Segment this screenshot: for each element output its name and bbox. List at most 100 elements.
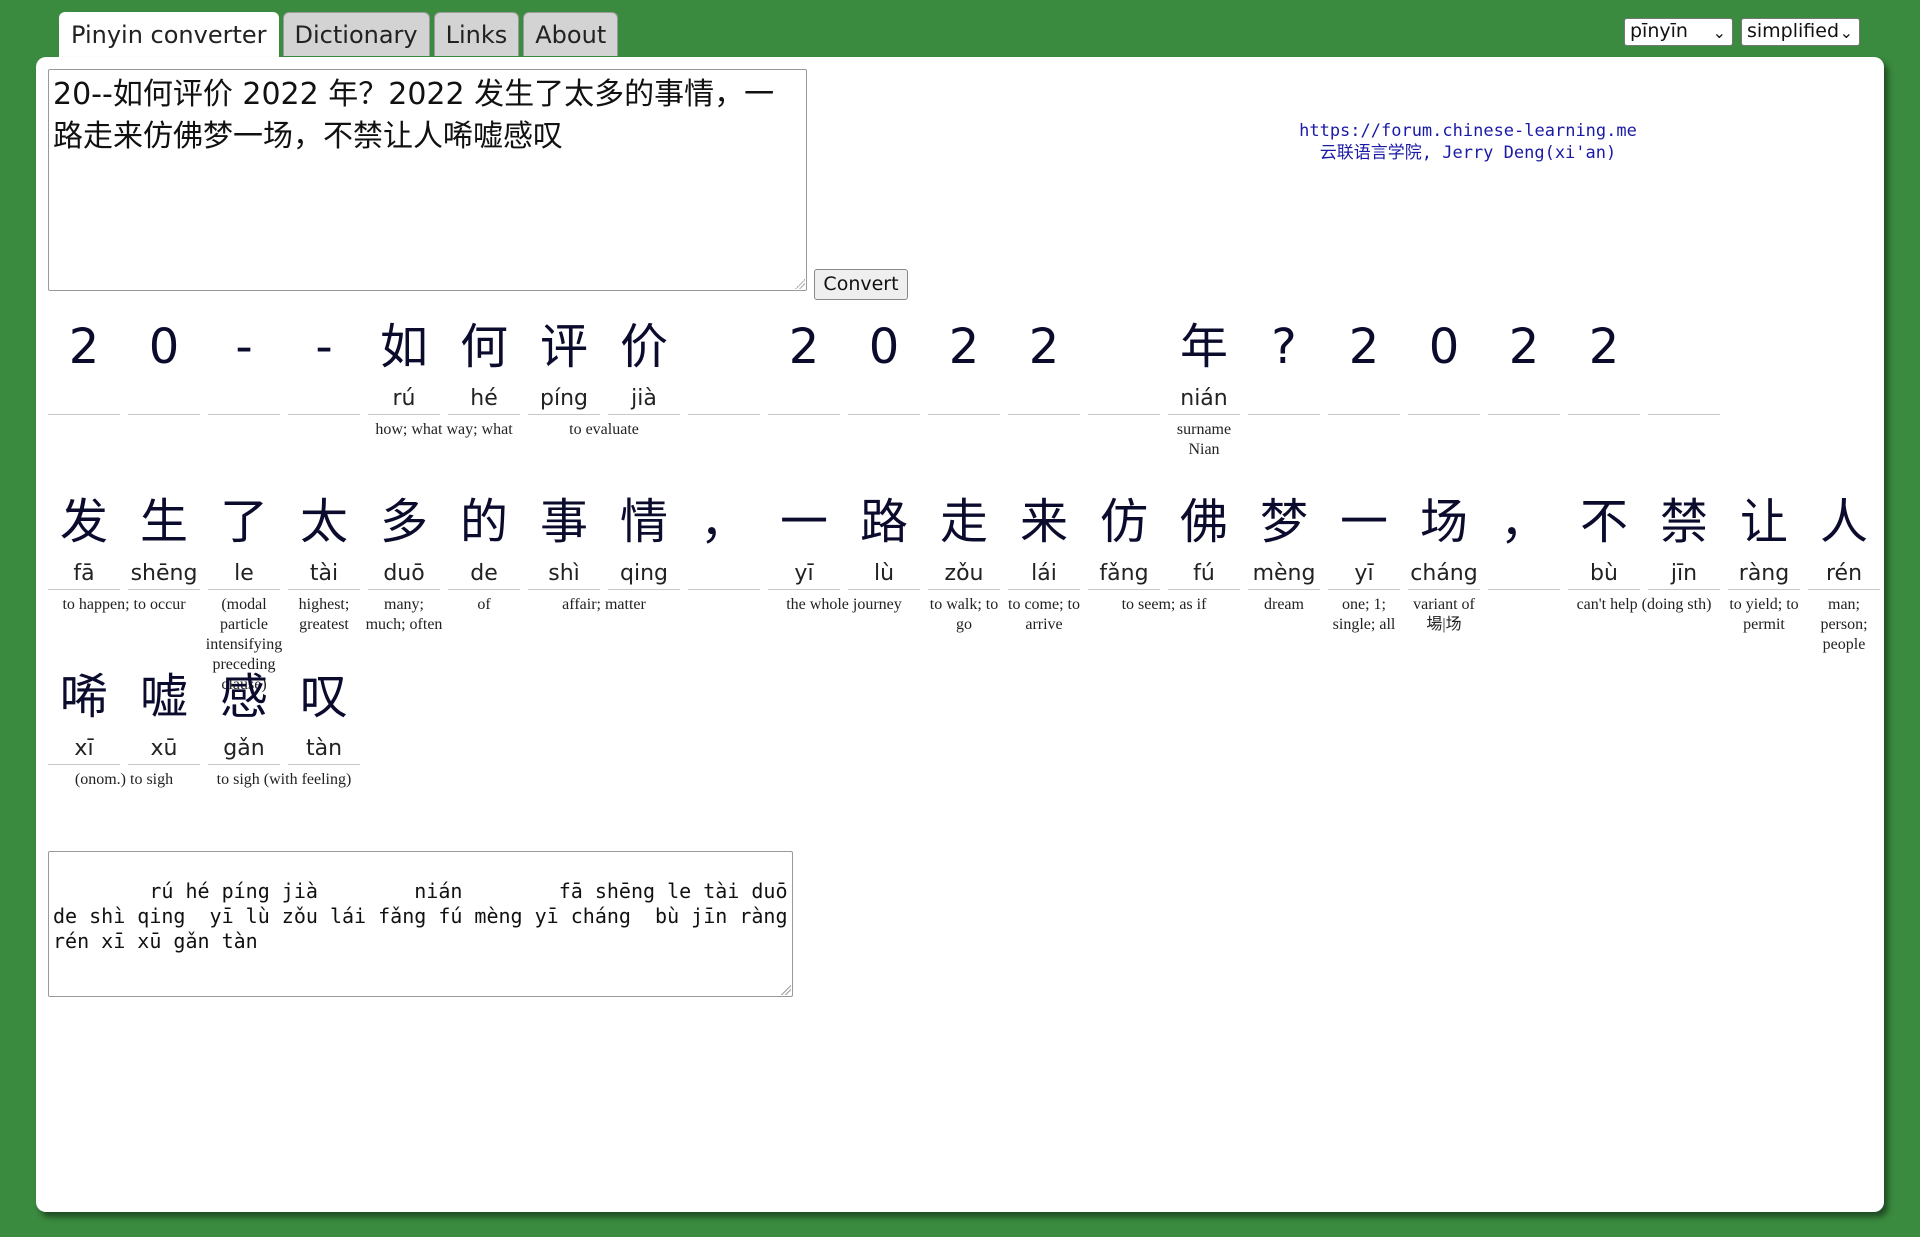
definition-text: to happen; to occur: [62, 596, 186, 613]
definition-text: of: [477, 596, 491, 613]
hanzi-character: 生: [139, 494, 188, 550]
hanzi-character: 佛: [1179, 494, 1228, 550]
tab-dictionary[interactable]: Dictionary: [282, 12, 430, 56]
definition-text: to sigh (with feeling): [216, 771, 352, 788]
chinese-input-textarea[interactable]: 20--如何评价 2022 年？2022 发生了太多的事情，一路走来仿佛梦一场，…: [48, 69, 807, 291]
chevron-down-icon: ⌄: [1712, 23, 1726, 42]
hanzi-character: 了: [219, 494, 268, 550]
hanzi-character: 来: [1019, 494, 1068, 550]
pinyin-syllable: [688, 384, 760, 415]
pinyin-output-text: rú hé píng jià nián fā shēng le tài duō …: [53, 879, 788, 953]
character-cell: 2: [1488, 310, 1560, 415]
convert-button[interactable]: Convert: [814, 269, 908, 300]
option-selects: pīnyīn ⌄ simplified ⌄: [1624, 18, 1860, 46]
pinyin-syllable: gǎn: [208, 734, 280, 765]
character-cell: 2: [1008, 310, 1080, 415]
character-cell: 禁 jīn: [1648, 485, 1720, 590]
hanzi-character: 2: [1508, 319, 1540, 375]
pinyin-syllable: [208, 384, 280, 415]
definition-text: surname Nian: [1176, 421, 1232, 458]
hanzi-character: 0: [868, 319, 900, 375]
hanzi-character: [688, 310, 760, 384]
hanzi-character: 发: [59, 494, 108, 550]
definition-text: to walk; to go: [929, 596, 999, 633]
character-cell: 人 rén man; person; people: [1808, 485, 1880, 653]
hanzi-character: 人: [1819, 494, 1868, 550]
script-select[interactable]: simplified ⌄: [1741, 18, 1860, 46]
pinyin-syllable: [1248, 384, 1320, 415]
definition-text: to yield; to permit: [1729, 596, 1799, 633]
romanization-select[interactable]: pīnyīn ⌄: [1624, 18, 1733, 46]
hanzi-character: 太: [299, 494, 348, 550]
pinyin-syllable: [688, 559, 760, 590]
character-cell: 一 yī the whole journey: [768, 485, 902, 613]
character-cell: 了 le (modal particle intensifying precedin…: [206, 485, 282, 693]
tab-about[interactable]: About: [523, 12, 619, 56]
character-cell: 事 shì affair; matter: [528, 485, 646, 613]
pinyin-syllable: nián: [1168, 384, 1240, 415]
pinyin-syllable: yī: [768, 559, 840, 590]
pinyin-syllable: [1328, 384, 1400, 415]
pinyin-syllable: lái: [1008, 559, 1080, 590]
character-cell: 情 qing: [608, 485, 680, 590]
pinyin-syllable: yī: [1328, 559, 1400, 590]
hanzi-character: 多: [379, 494, 428, 550]
pinyin-syllable: [1088, 384, 1160, 415]
pinyin-syllable: xū: [128, 734, 200, 765]
resize-handle-icon[interactable]: [795, 279, 805, 289]
character-cell: 2: [1568, 310, 1640, 415]
tab-bar: Pinyin converter Dictionary Links About: [59, 12, 619, 58]
pinyin-syllable: shì: [528, 559, 600, 590]
character-cell: [688, 310, 760, 415]
hanzi-character: 情: [619, 494, 668, 550]
hanzi-character: 一: [1339, 494, 1388, 550]
hanzi-character: 事: [539, 494, 588, 550]
hanzi-character: -: [235, 319, 253, 375]
hanzi-character: 2: [68, 319, 100, 375]
hanzi-character: 不: [1579, 494, 1628, 550]
pinyin-syllable: bù: [1568, 559, 1640, 590]
character-cell: 何 hé: [448, 310, 520, 415]
hanzi-character: 唏: [59, 669, 108, 725]
hanzi-character: 0: [148, 319, 180, 375]
pinyin-output-textarea[interactable]: rú hé píng jià nián fā shēng le tài duō …: [48, 851, 793, 997]
character-cell: 2: [48, 310, 120, 415]
pinyin-syllable: mèng: [1248, 559, 1320, 590]
pinyin-syllable: fú: [1168, 559, 1240, 590]
hanzi-character: 价: [619, 319, 668, 375]
character-cell: 价 jià: [608, 310, 680, 415]
character-cell: 2: [768, 310, 840, 415]
hanzi-character: 如: [379, 319, 428, 375]
character-cell: 生 shēng: [128, 485, 200, 590]
character-row: 唏 xī (onom.) to sigh 嘘 xū 感 gǎn to sigh (with f…: [48, 660, 360, 788]
character-cell: -: [208, 310, 280, 415]
character-cell: 仿 fǎng to seem; as if: [1088, 485, 1206, 613]
character-cell: -: [288, 310, 360, 415]
definition-text: can't help (doing sth): [1576, 596, 1712, 613]
hanzi-character: ，: [1499, 494, 1548, 550]
character-cell: ?: [1248, 310, 1320, 415]
character-cell: 梦 mèng dream: [1248, 485, 1320, 613]
hanzi-character: 禁: [1659, 494, 1708, 550]
character-cell: 场 cháng variant of 場|场: [1408, 485, 1480, 633]
character-cell: 来 lái to come; to arrive: [1008, 485, 1080, 633]
tab-links[interactable]: Links: [433, 12, 520, 56]
definition-text: to seem; as if: [1121, 596, 1207, 613]
hanzi-character: 走: [939, 494, 988, 550]
hanzi-character: 何: [459, 319, 508, 375]
pinyin-syllable: [1408, 384, 1480, 415]
character-cell: 感 gǎn to sigh (with feeling): [208, 660, 351, 788]
character-cell: 发 fā to happen; to occur: [48, 485, 186, 613]
tab-pinyin-converter[interactable]: Pinyin converter: [59, 12, 279, 58]
pinyin-syllable: [128, 384, 200, 415]
hanzi-character: 2: [948, 319, 980, 375]
pinyin-syllable: jīn: [1648, 559, 1720, 590]
credit-url-link[interactable]: https://forum.chinese-learning.me: [1191, 120, 1745, 142]
hanzi-character: ，: [699, 494, 748, 550]
pinyin-syllable: píng: [528, 384, 600, 415]
pinyin-syllable: duō: [368, 559, 440, 590]
credit-author: 云联语言学院, Jerry Deng(xi'an): [1319, 143, 1617, 163]
hanzi-character: 让: [1739, 494, 1788, 550]
pinyin-syllable: hé: [448, 384, 520, 415]
resize-handle-icon[interactable]: [781, 985, 791, 995]
